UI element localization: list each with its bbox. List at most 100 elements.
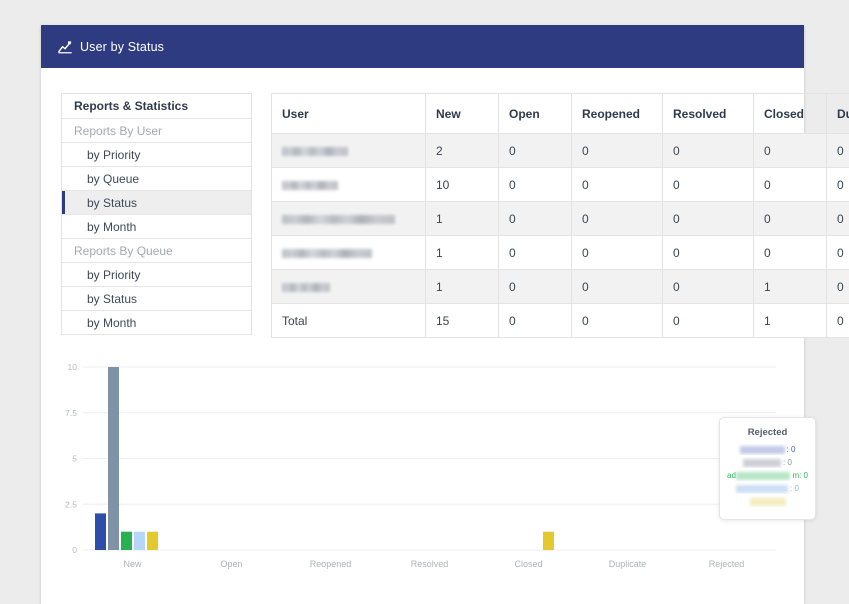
sidebar-item-label: Reports By Queue	[74, 244, 173, 258]
tooltip-row-redacted-label	[736, 485, 788, 493]
cell-user	[272, 236, 426, 270]
cell-closed: 1	[754, 304, 827, 338]
tooltip-row: : 0	[727, 483, 808, 494]
sidebar-item-label: by Month	[87, 316, 136, 330]
chart-line-icon	[58, 40, 72, 54]
sidebar-item-label: by Queue	[87, 172, 139, 186]
cell-open: 0	[499, 304, 572, 338]
sidebar-item-by-status[interactable]: by Status	[62, 287, 251, 311]
tooltip-row-value: : 0	[787, 444, 796, 455]
sidebar-item-by-status[interactable]: by Status	[62, 191, 251, 215]
x-axis-tick-label: Closed	[514, 559, 542, 569]
cell-user	[272, 270, 426, 304]
bar-closed-user-5[interactable]	[543, 532, 554, 550]
cell-user	[272, 168, 426, 202]
sidebar-item-by-priority[interactable]: by Priority	[62, 143, 251, 167]
cell-closed: 0	[754, 134, 827, 168]
tooltip-row-value: : 0	[790, 483, 799, 494]
cell-user	[272, 134, 426, 168]
cell-user: Total	[272, 304, 426, 338]
x-axis-tick-label: Duplicate	[609, 559, 647, 569]
column-header-open: Open	[499, 94, 572, 134]
card-header: User by Status	[41, 25, 804, 68]
column-header-resolved: Resolved	[663, 94, 754, 134]
table-body: 200000010000000100000010000001000100Tota…	[272, 134, 849, 338]
sidebar-item-by-month[interactable]: by Month	[62, 215, 251, 239]
report-table-container: UserNewOpenReopenedResolvedClosedDuplica…	[271, 93, 849, 338]
sidebar-item-by-month[interactable]: by Month	[62, 311, 251, 335]
chart-tooltip: Rejected : 0: 0adm: 0: 0	[719, 417, 816, 520]
redacted-user-name	[282, 215, 395, 224]
cell-closed: 0	[754, 168, 827, 202]
cell-resolved: 0	[663, 202, 754, 236]
y-axis-tick-label: 2.5	[65, 499, 77, 509]
table-row: 10000000	[272, 168, 849, 202]
bar-new-user-3[interactable]	[121, 532, 132, 550]
tooltip-row-redacted-label	[740, 446, 785, 454]
chart-canvas: 02.557.510NewOpenReopenedResolvedClosedD…	[61, 360, 784, 582]
x-axis-tick-label: New	[123, 559, 142, 569]
status-bar-chart: 02.557.510NewOpenReopenedResolvedClosedD…	[61, 360, 784, 582]
cell-duplicate: 0	[827, 304, 849, 338]
bar-new-user-2[interactable]	[108, 367, 119, 550]
redacted-user-name	[282, 147, 348, 156]
tooltip-row-redacted-label	[750, 498, 786, 506]
sidebar-item-by-queue[interactable]: by Queue	[62, 167, 251, 191]
x-axis-tick-label: Open	[220, 559, 242, 569]
sidebar-item-label: by Priority	[87, 148, 140, 162]
sidebar-item-label: by Month	[87, 220, 136, 234]
column-header-duplicate: Duplicate	[827, 94, 849, 134]
tooltip-row-value: : 0	[783, 457, 792, 468]
cell-reopened: 0	[572, 202, 663, 236]
tooltip-row-redacted-label	[736, 472, 791, 480]
sidebar-item-by-priority[interactable]: by Priority	[62, 263, 251, 287]
tooltip-row-prefix: ad	[727, 470, 736, 481]
reports-sidebar: Reports & StatisticsReports By Userby Pr…	[61, 93, 252, 335]
cell-duplicate: 0	[827, 168, 849, 202]
tooltip-row: ad m: 0	[727, 470, 808, 481]
cell-resolved: 0	[663, 134, 754, 168]
cell-duplicate: 0	[827, 134, 849, 168]
table-head: UserNewOpenReopenedResolvedClosedDuplica…	[272, 94, 849, 134]
sidebar-item-label: by Status	[87, 292, 137, 306]
cell-new: 1	[426, 236, 499, 270]
cell-new: 10	[426, 168, 499, 202]
sidebar-item-label: by Priority	[87, 268, 140, 282]
column-header-user: User	[272, 94, 426, 134]
cell-open: 0	[499, 236, 572, 270]
sidebar-item-reports-by-queue: Reports By Queue	[62, 239, 251, 263]
x-axis-tick-label: Rejected	[709, 559, 745, 569]
cell-open: 0	[499, 270, 572, 304]
bar-new-user-5[interactable]	[147, 532, 158, 550]
page-title: User by Status	[80, 40, 164, 54]
table-row: 1000100	[272, 270, 849, 304]
sidebar-item-reports-statistics[interactable]: Reports & Statistics	[62, 94, 251, 119]
table-row: 2000000	[272, 134, 849, 168]
x-axis-tick-label: Resolved	[411, 559, 449, 569]
y-axis-tick-label: 0	[72, 545, 77, 555]
cell-new: 1	[426, 202, 499, 236]
cell-new: 1	[426, 270, 499, 304]
cell-duplicate: 0	[827, 236, 849, 270]
cell-open: 0	[499, 202, 572, 236]
table-row: 1000000	[272, 202, 849, 236]
redacted-user-name	[282, 181, 338, 190]
table-total-row: Total15000100	[272, 304, 849, 338]
cell-reopened: 0	[572, 236, 663, 270]
tooltip-row: : 0	[727, 457, 808, 468]
tooltip-row-value: m: 0	[792, 470, 808, 481]
tooltip-row: : 0	[727, 444, 808, 455]
bar-new-user-1[interactable]	[95, 513, 106, 550]
column-header-reopened: Reopened	[572, 94, 663, 134]
cell-resolved: 0	[663, 168, 754, 202]
cell-resolved: 0	[663, 236, 754, 270]
cell-resolved: 0	[663, 270, 754, 304]
cell-closed: 0	[754, 202, 827, 236]
cell-new: 15	[426, 304, 499, 338]
sidebar-item-label: by Status	[87, 196, 137, 210]
tooltip-title: Rejected	[727, 427, 808, 438]
y-axis-tick-label: 10	[68, 362, 78, 372]
cell-closed: 0	[754, 236, 827, 270]
cell-user	[272, 202, 426, 236]
bar-new-user-4[interactable]	[134, 532, 145, 550]
